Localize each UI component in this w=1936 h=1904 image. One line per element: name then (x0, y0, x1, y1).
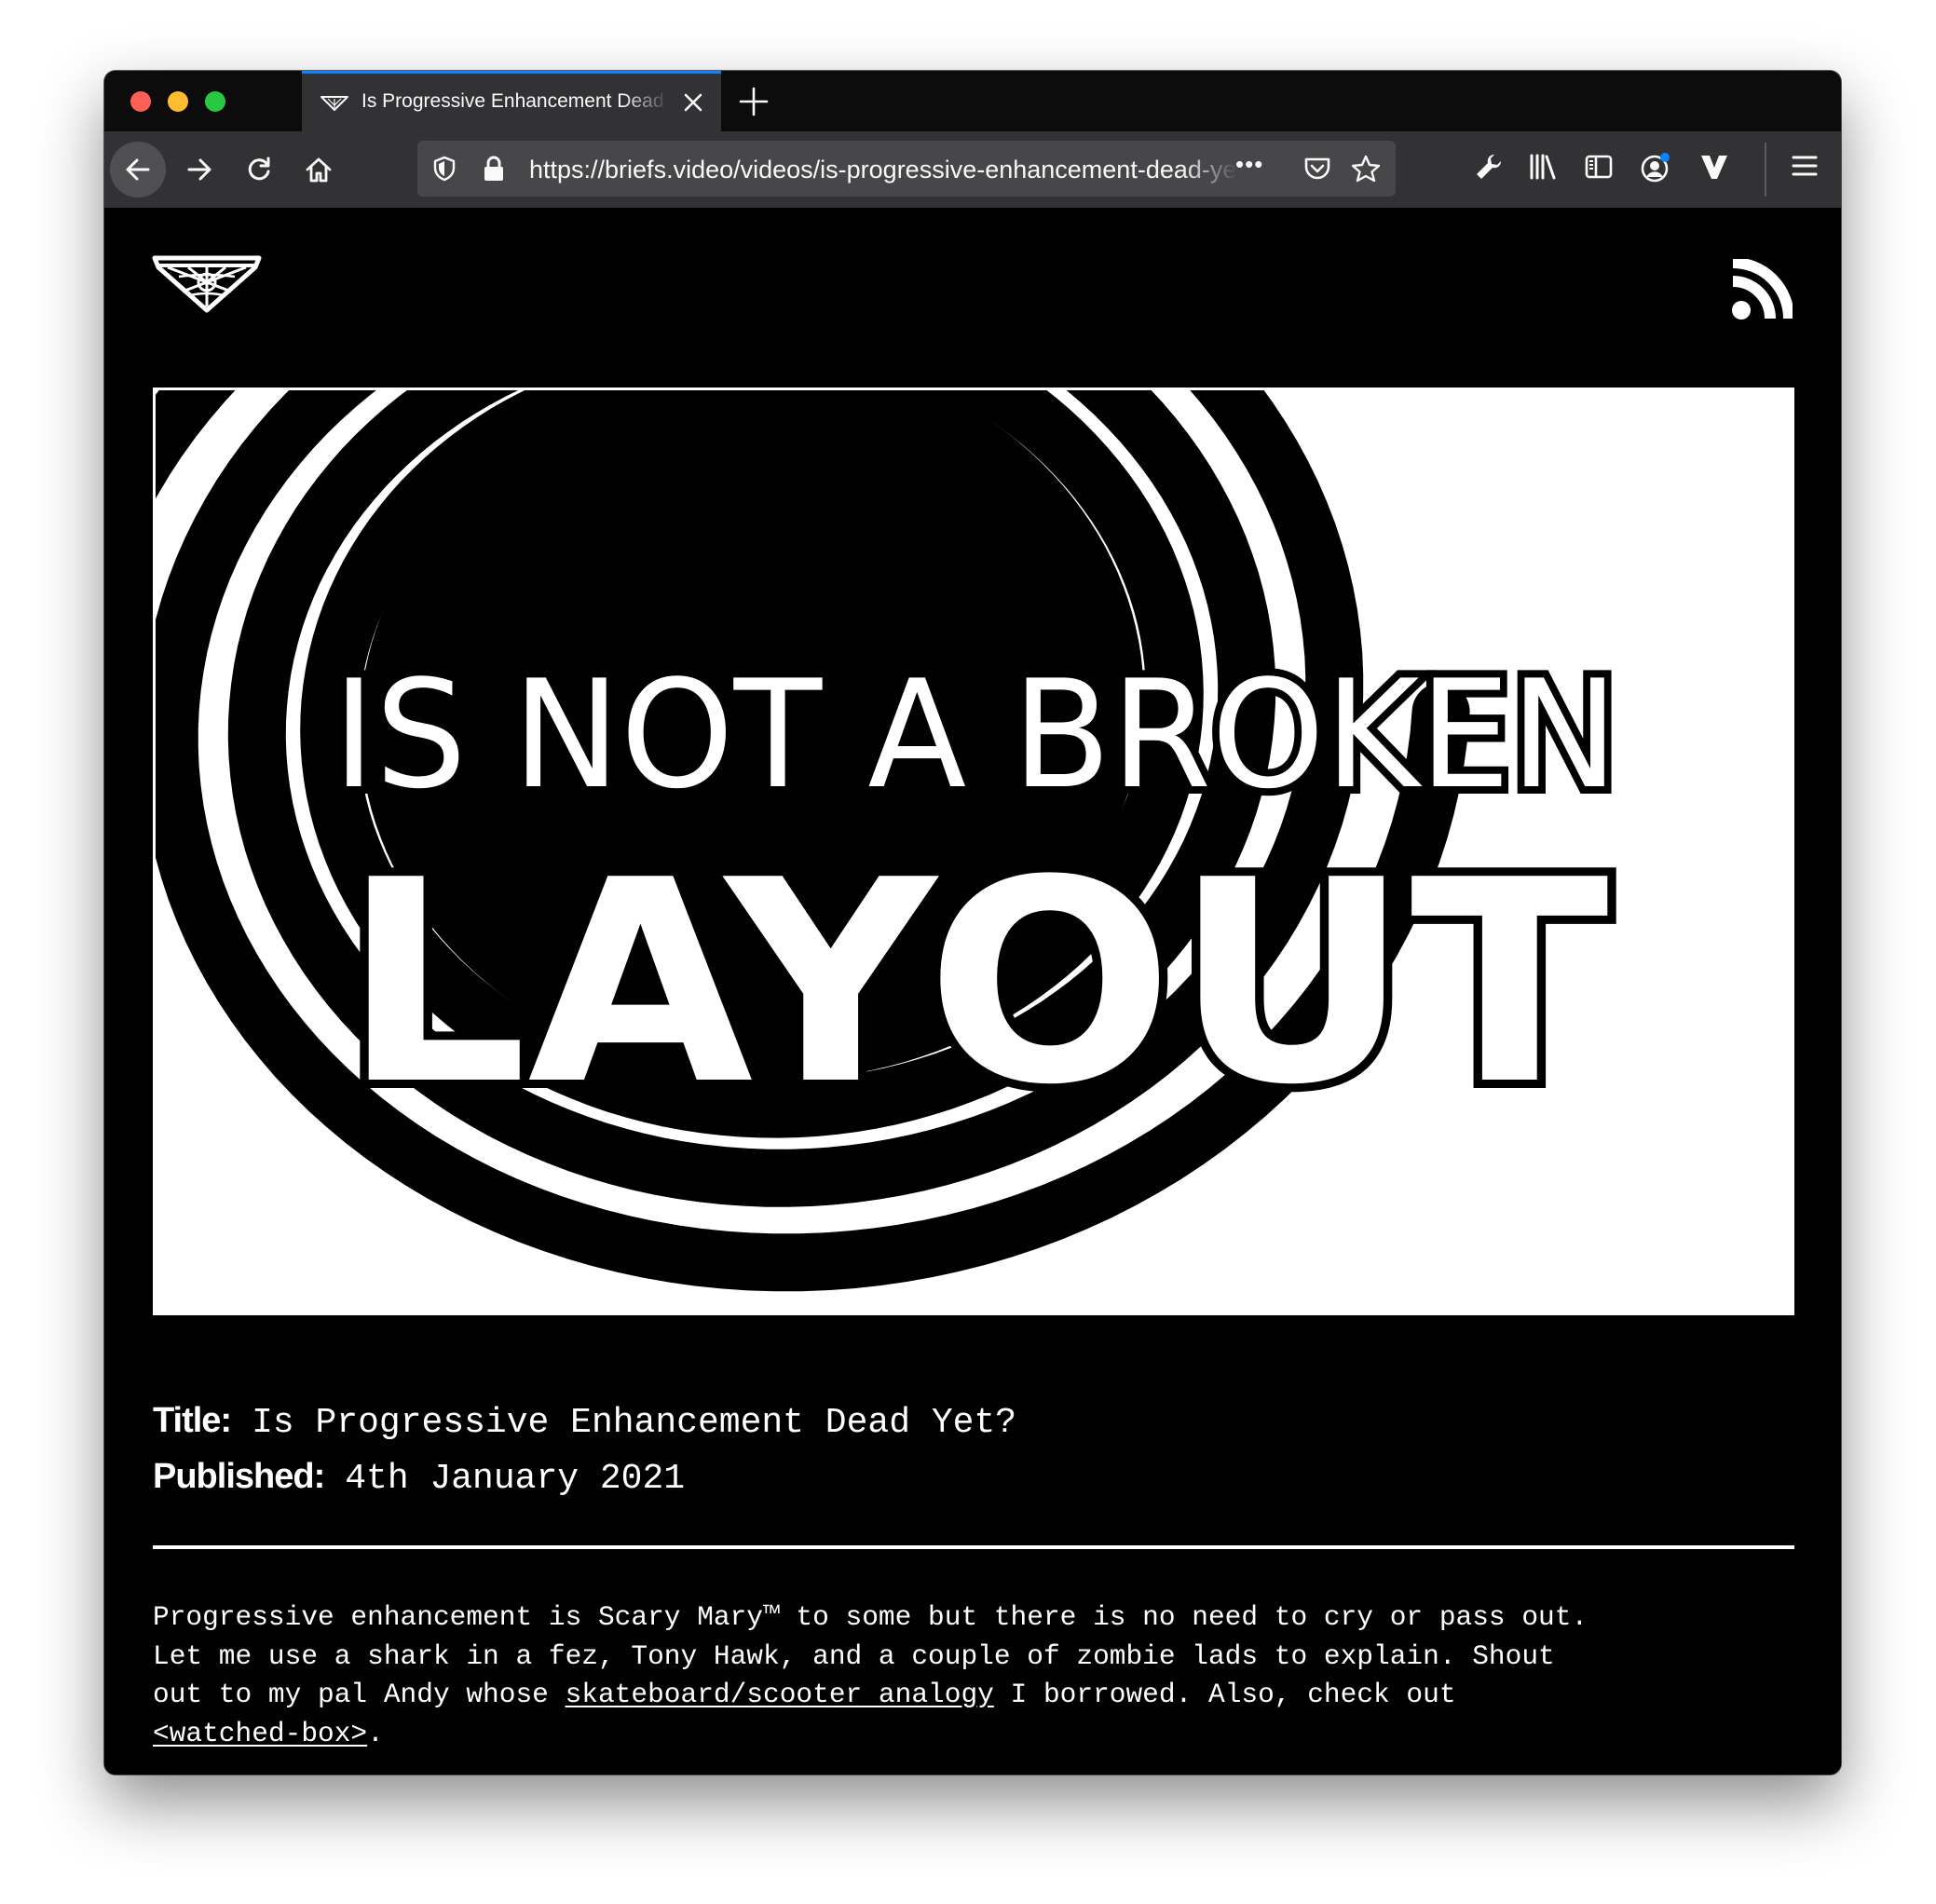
page-actions-button[interactable]: ••• (1235, 150, 1263, 179)
section-divider (153, 1545, 1794, 1549)
rss-icon[interactable] (1731, 259, 1793, 320)
description-text: I borrowed. Also, check out (993, 1679, 1456, 1710)
description-line: Progressive enhancement is Scary Mary™ t… (153, 1601, 1588, 1633)
reload-icon (248, 156, 270, 181)
arrow-right-icon (187, 158, 211, 181)
close-tab-icon[interactable] (682, 91, 704, 114)
library-icon[interactable] (1528, 152, 1558, 182)
zoom-window-button[interactable] (205, 91, 225, 112)
poster-headline-line2: LAYOUT (342, 821, 1611, 1146)
description-text: out to my pal Andy whose (153, 1679, 566, 1710)
description-line: out to my pal Andy whose skateboard/scoo… (153, 1676, 1811, 1715)
briefs-logo-icon[interactable] (151, 254, 263, 314)
url-text[interactable]: https://briefs.video/videos/is-progressi… (529, 156, 1237, 184)
pocket-icon[interactable] (1302, 155, 1332, 183)
tab-title: Is Progressive Enhancement Dead Yet? (361, 90, 669, 112)
video-description: Progressive enhancement is Scary Mary™ t… (153, 1598, 1811, 1753)
minimize-window-button[interactable] (168, 91, 188, 112)
arrow-left-icon (126, 158, 150, 181)
reload-button[interactable] (231, 142, 287, 197)
briefs-favicon-icon (320, 96, 348, 111)
browser-tab[interactable]: Is Progressive Enhancement Dead Yet? (302, 71, 721, 131)
toolbar-divider (1765, 143, 1766, 197)
browser-window: Is Progressive Enhancement Dead Yet? (104, 71, 1841, 1775)
tracking-protection-shield-icon[interactable] (430, 155, 458, 183)
page-content: IS NOT A BROKEN LAYOUT Title: Is Progress… (104, 208, 1841, 1775)
video-poster[interactable]: IS NOT A BROKEN LAYOUT (153, 388, 1794, 1315)
tab-strip: Is Progressive Enhancement Dead Yet? (104, 71, 1841, 131)
skateboard-analogy-link[interactable]: skateboard/scooter analogy (566, 1679, 994, 1710)
hamburger-menu-icon[interactable] (1791, 152, 1819, 180)
video-meta: Title: Is Progressive Enhancement Dead Ye… (153, 1393, 1793, 1504)
new-tab-icon[interactable] (738, 86, 770, 117)
hypnotic-spiral-image: IS NOT A BROKEN LAYOUT (156, 390, 1792, 1312)
home-button[interactable] (291, 142, 347, 197)
published-label: Published: (153, 1457, 325, 1496)
title-label: Title: (153, 1401, 232, 1440)
description-line: Let me use a shark in a fez, Tony Hawk, … (153, 1639, 1555, 1672)
forward-button[interactable] (171, 142, 227, 197)
title-value: Is Progressive Enhancement Dead Yet? (252, 1403, 1017, 1443)
lock-icon[interactable] (481, 155, 507, 183)
poster-headline-line1: IS NOT A BROKEN (333, 647, 1618, 822)
description-line: <watched-box>. (153, 1715, 1811, 1754)
address-bar[interactable]: https://briefs.video/videos/is-progressi… (417, 141, 1396, 197)
account-icon[interactable] (1640, 152, 1671, 184)
bookmark-star-icon[interactable] (1351, 155, 1381, 183)
sidebar-toggle-icon[interactable] (1584, 152, 1614, 182)
watched-box-link[interactable]: <watched-box> (153, 1718, 367, 1749)
close-window-button[interactable] (130, 91, 151, 112)
home-icon (306, 157, 332, 183)
developer-tools-wrench-icon[interactable] (1474, 152, 1504, 182)
description-text: . (367, 1717, 384, 1749)
navigation-toolbar: https://briefs.video/videos/is-progressi… (104, 131, 1841, 209)
extension-v-icon[interactable] (1699, 152, 1729, 182)
meta-title-row: Title: Is Progressive Enhancement Dead Ye… (153, 1393, 1793, 1448)
meta-published-row: Published: 4th January 2021 (153, 1448, 1793, 1504)
published-value: 4th January 2021 (345, 1459, 686, 1499)
back-button[interactable] (110, 142, 166, 197)
